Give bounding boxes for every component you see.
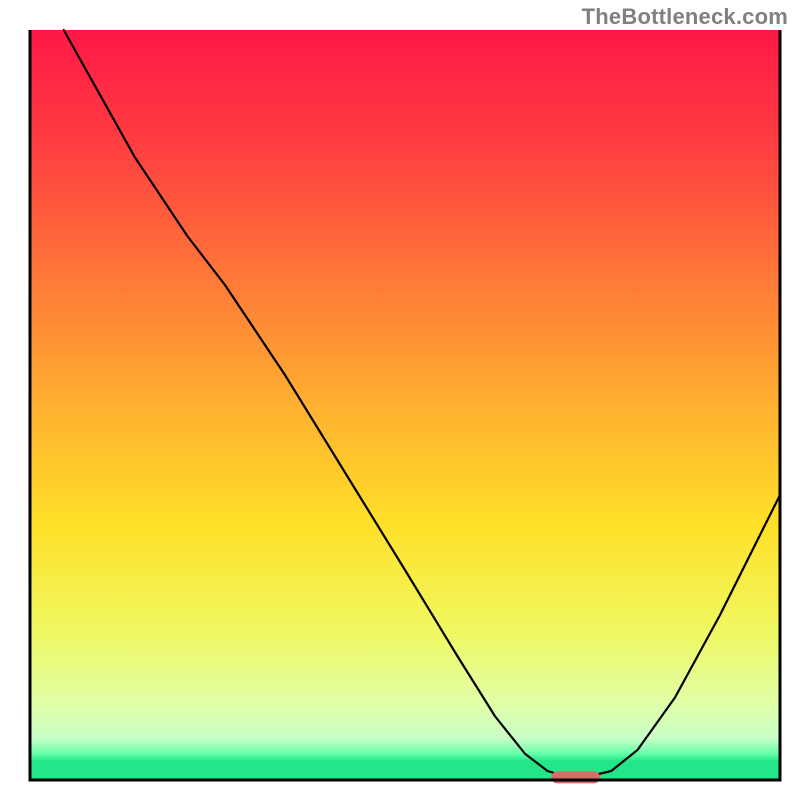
watermark-text: TheBottleneck.com [582,4,788,30]
chart-svg [0,0,800,800]
chart-background [30,30,780,780]
chart-container: TheBottleneck.com [0,0,800,800]
marker-optimal-region [551,771,600,783]
